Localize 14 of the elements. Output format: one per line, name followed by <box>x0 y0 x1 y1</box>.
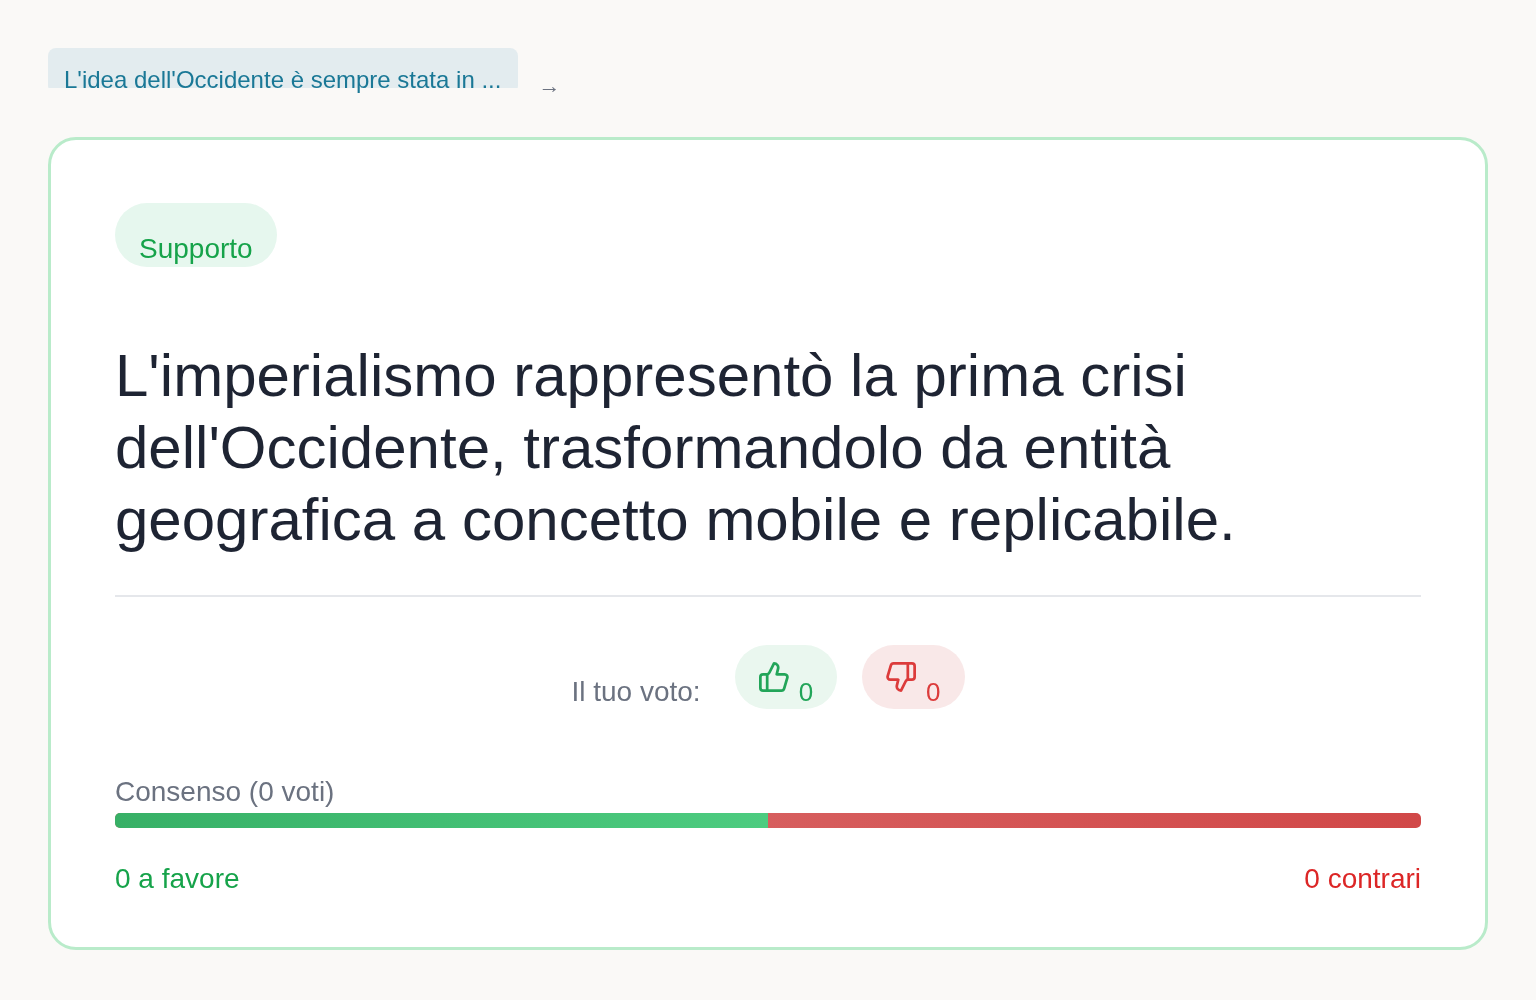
favor-count: 0 a favore <box>115 863 240 895</box>
upvote-button[interactable]: 0 <box>734 645 838 709</box>
tag-badge: Supporto <box>115 203 277 267</box>
vote-count: 0 <box>798 677 814 707</box>
statement-text: L'imperialismo rappresentò la prima crisi dell'Occidente, trasformandolo da entità geografica a concetto mobile e replicabile. <box>115 341 1237 555</box>
arrow-icon: → <box>538 74 561 98</box>
against-count: 0 contrari <box>1304 863 1421 895</box>
breadcrumb-link[interactable]: L'idea dell'Occidente è sempre stata in ... <box>48 48 519 94</box>
thumbs-up-icon <box>758 662 789 692</box>
thumbs-down-icon <box>886 662 917 692</box>
vote-label: Il tuo voto: <box>571 676 701 709</box>
vote-count: 0 <box>926 677 941 707</box>
consensus-label: Consenso (0 voti) <box>115 776 336 808</box>
downvote-button[interactable]: 0 <box>862 645 965 709</box>
